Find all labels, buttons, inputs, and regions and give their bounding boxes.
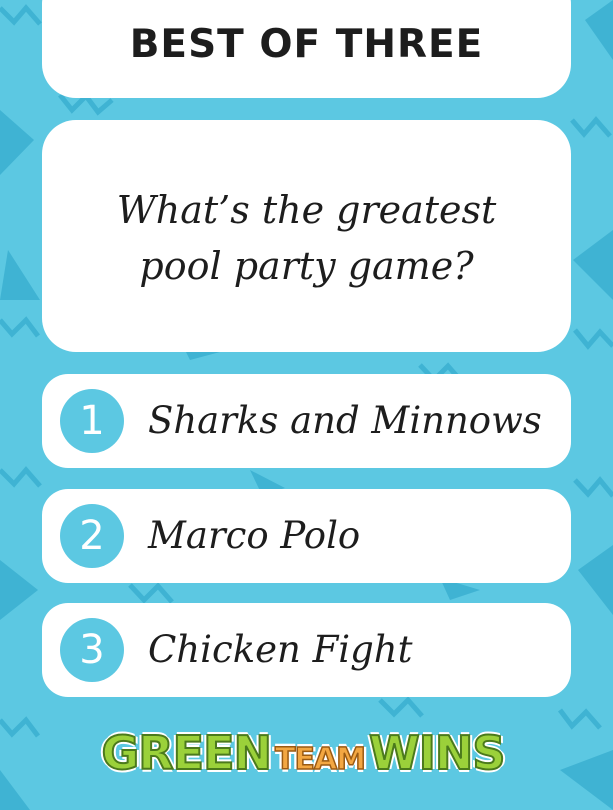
logo-word-wins: WINS bbox=[368, 725, 506, 781]
page-title: BEST OF THREE bbox=[129, 22, 484, 67]
answer-option-2[interactable]: 2 Marco Polo bbox=[42, 489, 571, 583]
answer-option-3[interactable]: 3 Chicken Fight bbox=[42, 603, 571, 697]
option-label: Sharks and Minnows bbox=[148, 399, 542, 442]
logo-word-team: TEAM bbox=[274, 741, 367, 778]
logo-word-green: GREEN bbox=[100, 725, 273, 781]
option-label: Chicken Fight bbox=[148, 628, 413, 671]
option-label: Marco Polo bbox=[148, 514, 361, 557]
question-line-1: What’s the greatest bbox=[116, 188, 497, 232]
answer-option-1[interactable]: 1 Sharks and Minnows bbox=[42, 374, 571, 468]
option-number-badge: 1 bbox=[60, 389, 124, 453]
question-card: What’s the greatest pool party game? bbox=[42, 120, 571, 352]
green-team-wins-logo: GREEN TEAMWINS bbox=[68, 718, 538, 788]
question-text: What’s the greatest pool party game? bbox=[82, 182, 531, 294]
question-line-2: pool party game? bbox=[139, 244, 474, 288]
title-card: BEST OF THREE bbox=[42, 0, 571, 98]
option-number-badge: 3 bbox=[60, 618, 124, 682]
option-number-badge: 2 bbox=[60, 504, 124, 568]
